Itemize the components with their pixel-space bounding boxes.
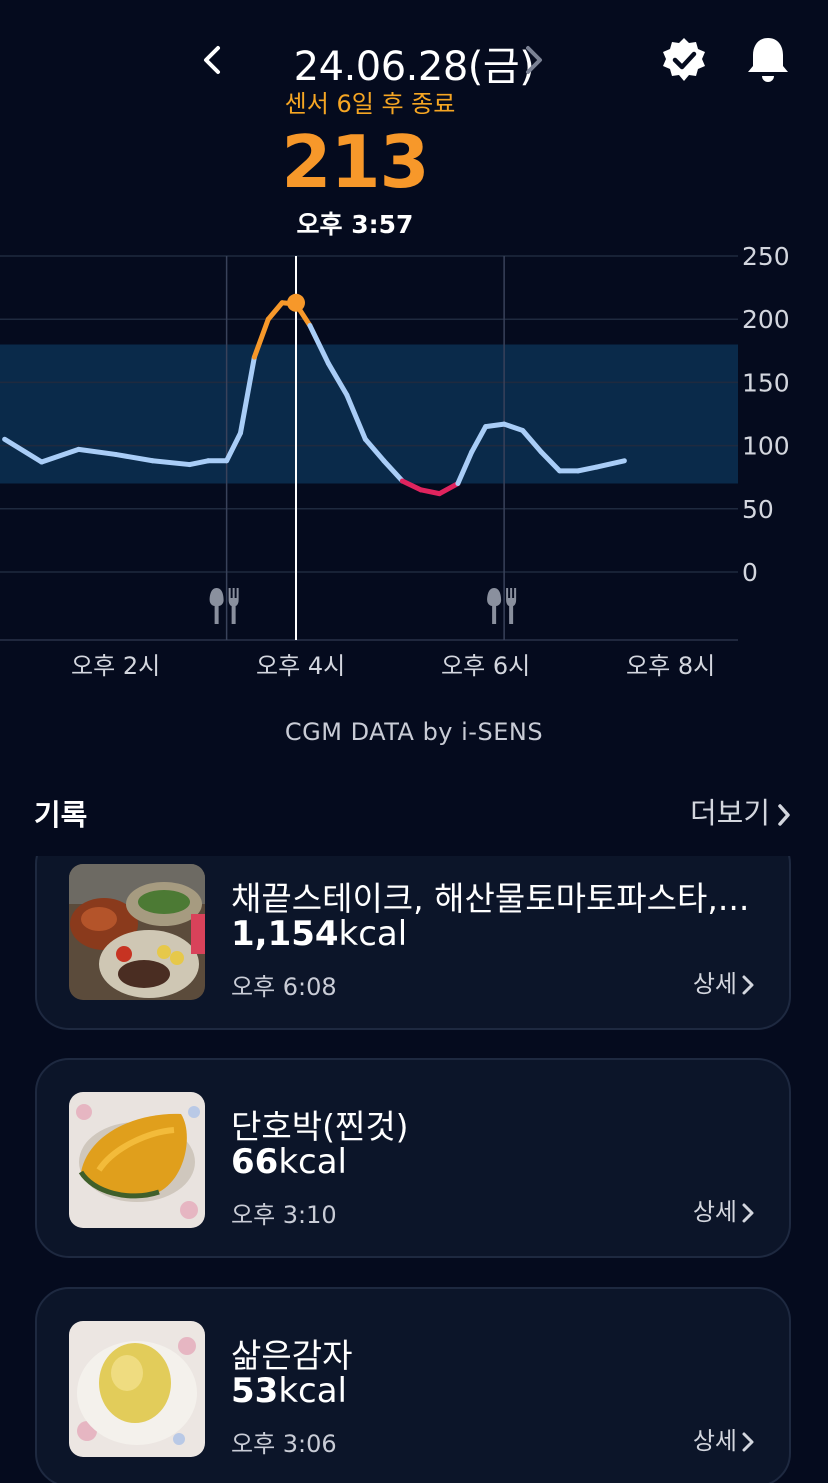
- food-time: 오후 3:10: [231, 1201, 337, 1229]
- food-kcal: 1,154kcal: [231, 914, 407, 954]
- detail-button[interactable]: 상세: [693, 1421, 755, 1456]
- kcal-unit: kcal: [278, 1371, 347, 1411]
- y-tick-label: 50: [742, 495, 774, 524]
- food-name: 단호박(찐것): [231, 1107, 409, 1146]
- cgm-credit: CGM DATA by i-SENS: [284, 718, 544, 746]
- fork-knife-icon[interactable]: [209, 588, 239, 624]
- glucose-line-segment: [265, 300, 285, 322]
- detail-label: 상세: [692, 1427, 737, 1455]
- record-card[interactable]: 삶은감자 53kcal 오후 3:06 상세: [35, 1287, 791, 1483]
- verified-badge-icon[interactable]: [660, 36, 708, 84]
- detail-button[interactable]: 상세: [693, 1192, 755, 1227]
- chevron-right-icon: [778, 804, 790, 826]
- fork-knife-icon[interactable]: [487, 588, 517, 624]
- detail-label: 상세: [692, 1198, 737, 1226]
- y-tick-label: 0: [742, 558, 758, 587]
- glucose-line-segment: [436, 481, 461, 497]
- glucose-chart[interactable]: 250 200 150 100 50 0 오후 2시 오후 4시 오후 6시 오후 8시: [0, 240, 828, 690]
- food-photo: [69, 1321, 205, 1457]
- y-tick-label: 100: [742, 432, 790, 461]
- current-glucose-point[interactable]: [287, 293, 305, 312]
- x-tick-label: 오후 8시: [626, 652, 715, 680]
- kcal-value: 53: [231, 1371, 279, 1411]
- record-card[interactable]: 채끝스테이크, 해산물토마토파스타,... 1,154kcal 오후 6:08 …: [35, 856, 791, 1030]
- x-tick-label: 오후 2시: [71, 652, 160, 680]
- records-title: 기록: [34, 798, 88, 832]
- food-time: 오후 6:08: [231, 973, 337, 1001]
- food-name: 채끝스테이크, 해산물토마토파스타,...: [231, 879, 750, 918]
- chevron-right-icon: [742, 1432, 754, 1452]
- target-range-band: [0, 344, 738, 484]
- food-photo: [69, 864, 205, 1000]
- axis-fade: [738, 645, 828, 690]
- detail-button[interactable]: 상세: [693, 964, 755, 999]
- x-tick-label: 오후 6시: [441, 652, 530, 680]
- y-tick-label: 250: [742, 242, 790, 271]
- kcal-value: 1,154: [231, 914, 339, 954]
- chevron-right-icon[interactable]: [518, 40, 548, 80]
- current-glucose-time: 오후 3:57: [296, 210, 414, 239]
- kcal-unit: kcal: [278, 1142, 347, 1182]
- kcal-unit: kcal: [338, 914, 408, 954]
- x-tick-label: 오후 4시: [256, 652, 345, 680]
- more-label: 더보기: [689, 796, 770, 830]
- food-name: 삶은감자: [231, 1336, 353, 1375]
- records-list[interactable]: 채끝스테이크, 해산물토마토파스타,... 1,154kcal 오후 6:08 …: [0, 856, 828, 1483]
- sensor-status: 센서 6일 후 종료: [284, 90, 456, 118]
- bell-icon[interactable]: [744, 34, 792, 84]
- glucose-line-segment: [483, 421, 507, 430]
- detail-label: 상세: [692, 970, 737, 998]
- y-tick-label: 150: [742, 368, 790, 397]
- food-kcal: 53kcal: [231, 1371, 347, 1411]
- food-photo: [69, 1092, 205, 1228]
- record-card[interactable]: 단호박(찐것) 66kcal 오후 3:10 상세: [35, 1058, 791, 1258]
- current-glucose-value: 213: [281, 120, 429, 204]
- more-button[interactable]: 더보기: [690, 790, 792, 832]
- chevron-right-icon: [742, 975, 754, 995]
- food-time: 오후 3:06: [231, 1430, 337, 1458]
- glucose-line-segment: [418, 487, 442, 497]
- kcal-value: 66: [231, 1142, 279, 1182]
- chevron-right-icon: [742, 1203, 754, 1223]
- y-tick-label: 200: [742, 305, 790, 334]
- food-kcal: 66kcal: [231, 1142, 347, 1182]
